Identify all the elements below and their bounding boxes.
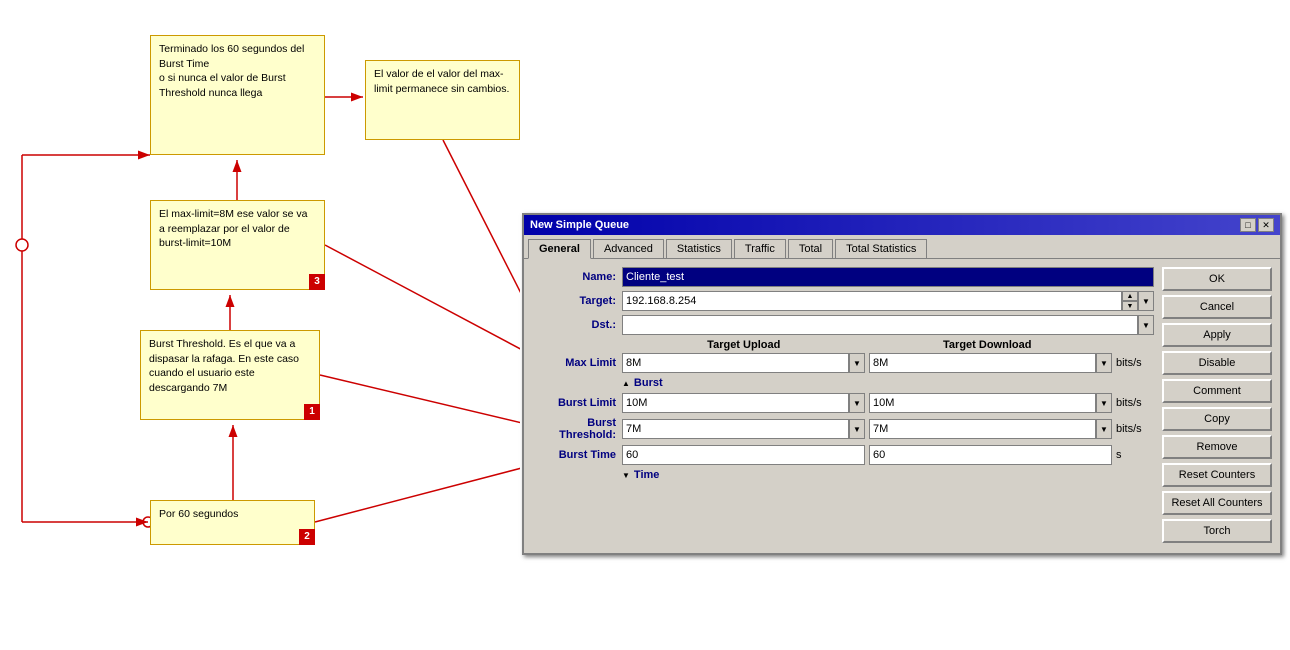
restore-button[interactable]: □ <box>1240 218 1256 232</box>
target-dropdown-btn[interactable]: ▼ <box>1138 291 1154 311</box>
tab-traffic[interactable]: Traffic <box>734 239 786 258</box>
burst-time-units: s <box>1112 449 1154 461</box>
max-limit-upload-input[interactable] <box>622 353 849 373</box>
reset-all-counters-button[interactable]: Reset All Counters <box>1162 491 1272 515</box>
note-max-limit-replace: El max-limit=8M ese valor se va a reempl… <box>150 200 325 290</box>
close-button[interactable]: ✕ <box>1258 218 1274 232</box>
dst-label: Dst.: <box>532 319 622 331</box>
comment-button[interactable]: Comment <box>1162 379 1272 403</box>
dst-input[interactable] <box>622 315 1138 335</box>
time-section-label: Time <box>634 469 659 481</box>
form-spacer <box>532 485 1154 545</box>
dialog-titlebar: New Simple Queue □ ✕ <box>524 215 1280 235</box>
burst-limit-download-dropdown[interactable]: ▼ <box>1096 393 1112 413</box>
max-limit-upload-dropdown[interactable]: ▼ <box>849 353 865 373</box>
badge-3: 3 <box>309 274 325 290</box>
target-up-btn[interactable]: ▲ <box>1122 291 1138 301</box>
burst-limit-download-input[interactable] <box>869 393 1096 413</box>
target-arrow-btns: ▲ ▼ <box>1122 291 1138 311</box>
burst-limit-row: Burst Limit ▼ ▼ bits/s <box>532 393 1154 413</box>
dialog-content: Name: Target: ▲ ▼ ▼ Dst.: <box>524 258 1280 553</box>
torch-button[interactable]: Torch <box>1162 519 1272 543</box>
note-max-limit-stays: El valor de el valor del max-limit perma… <box>365 60 520 140</box>
target-down-btn[interactable]: ▼ <box>1122 301 1138 311</box>
burst-section-label: Burst <box>634 377 663 389</box>
badge-1: 1 <box>304 404 320 420</box>
tab-total[interactable]: Total <box>788 239 833 258</box>
copy-button[interactable]: Copy <box>1162 407 1272 431</box>
max-limit-download-dropdown[interactable]: ▼ <box>1096 353 1112 373</box>
target-row: Target: ▲ ▼ ▼ <box>532 291 1154 311</box>
time-triangle-icon: ▼ <box>622 471 630 480</box>
dst-row: Dst.: ▼ <box>532 315 1154 335</box>
burst-threshold-upload-input[interactable] <box>622 419 849 439</box>
dst-dropdown-btn[interactable]: ▼ <box>1138 315 1154 335</box>
burst-threshold-row: Burst Threshold: ▼ ▼ bits/s <box>532 417 1154 441</box>
target-upload-header: Target Upload <box>622 339 866 351</box>
tab-general[interactable]: General <box>528 239 591 259</box>
name-input[interactable] <box>622 267 1154 287</box>
dialog-title: New Simple Queue <box>530 219 629 231</box>
note-burst-threshold: Burst Threshold. Es el que va a dispasar… <box>140 330 320 420</box>
burst-threshold-units: bits/s <box>1112 423 1154 435</box>
target-input[interactable] <box>622 291 1122 311</box>
badge-2: 2 <box>299 529 315 545</box>
name-row: Name: <box>532 267 1154 287</box>
note-burst-time: Terminado los 60 segundos del Burst Time… <box>150 35 325 155</box>
new-simple-queue-dialog: New Simple Queue □ ✕ General Advanced St… <box>522 213 1282 555</box>
form-area: Name: Target: ▲ ▼ ▼ Dst.: <box>532 267 1154 545</box>
name-label: Name: <box>532 271 622 283</box>
remove-button[interactable]: Remove <box>1162 435 1272 459</box>
reset-counters-button[interactable]: Reset Counters <box>1162 463 1272 487</box>
disable-button[interactable]: Disable <box>1162 351 1272 375</box>
max-limit-label: Max Limit <box>532 357 622 369</box>
tab-total-statistics[interactable]: Total Statistics <box>835 239 927 258</box>
burst-threshold-download-dropdown[interactable]: ▼ <box>1096 419 1112 439</box>
burst-threshold-upload-dropdown[interactable]: ▼ <box>849 419 865 439</box>
burst-threshold-download-input[interactable] <box>869 419 1096 439</box>
burst-threshold-label: Burst Threshold: <box>532 417 622 441</box>
ok-button[interactable]: OK <box>1162 267 1272 291</box>
buttons-area: OK Cancel Apply Disable Comment Copy Rem… <box>1162 267 1272 545</box>
max-limit-row: Max Limit ▼ ▼ bits/s <box>532 353 1154 373</box>
burst-limit-label: Burst Limit <box>532 397 622 409</box>
apply-button[interactable]: Apply <box>1162 323 1272 347</box>
titlebar-buttons: □ ✕ <box>1240 218 1274 232</box>
burst-section-header: ▲ Burst <box>622 377 1154 389</box>
target-download-header: Target Download <box>866 339 1110 351</box>
note-60-seconds: Por 60 segundos 2 <box>150 500 315 545</box>
burst-time-upload-input[interactable] <box>622 445 865 465</box>
dialog-tabs: General Advanced Statistics Traffic Tota… <box>524 235 1280 258</box>
diagram-area: Terminado los 60 segundos del Burst Time… <box>0 0 520 650</box>
cancel-button[interactable]: Cancel <box>1162 295 1272 319</box>
burst-time-label: Burst Time <box>532 449 622 461</box>
tab-statistics[interactable]: Statistics <box>666 239 732 258</box>
max-limit-units: bits/s <box>1112 357 1154 369</box>
burst-limit-units: bits/s <box>1112 397 1154 409</box>
burst-limit-upload-input[interactable] <box>622 393 849 413</box>
time-section-header: ▼ Time <box>622 469 1154 481</box>
max-limit-download-input[interactable] <box>869 353 1096 373</box>
burst-triangle-icon: ▲ <box>622 379 630 388</box>
burst-time-download-input[interactable] <box>869 445 1112 465</box>
tab-advanced[interactable]: Advanced <box>593 239 664 258</box>
target-label: Target: <box>532 295 622 307</box>
burst-limit-upload-dropdown[interactable]: ▼ <box>849 393 865 413</box>
burst-time-row: Burst Time s <box>532 445 1154 465</box>
